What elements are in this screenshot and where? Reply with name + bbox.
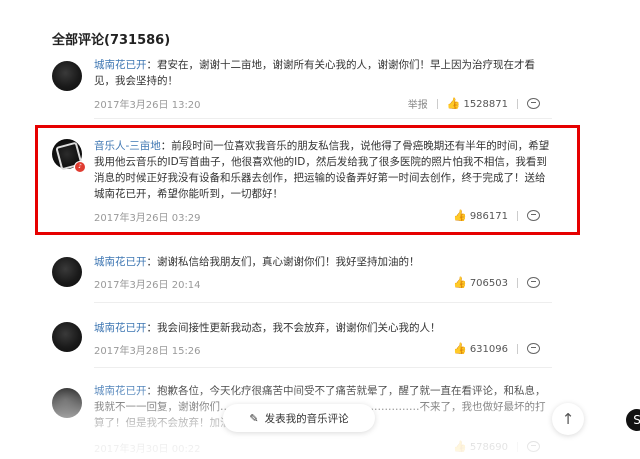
comment-actions: 👍 706503 bbox=[453, 276, 540, 289]
thumbs-up-icon: 👍 bbox=[453, 440, 467, 453]
divider bbox=[517, 277, 518, 288]
like-count: 706503 bbox=[469, 278, 508, 289]
reply-icon[interactable] bbox=[527, 277, 540, 288]
comment-text: 城南花已开：君安在，谢谢十二亩地，谢谢所有关心我的人，谢谢你们！早上因为治疗现在… bbox=[94, 57, 552, 89]
like-count: 1528871 bbox=[463, 99, 508, 110]
like-button[interactable]: 👍 631096 bbox=[453, 342, 508, 355]
avatar[interactable] bbox=[52, 388, 82, 418]
comment-actions: 举报 👍 1528871 bbox=[408, 96, 540, 111]
write-comment-button[interactable]: ✎ 发表我的音乐评论 bbox=[223, 404, 375, 432]
arrow-up-icon: ↑ bbox=[561, 410, 575, 428]
row-divider bbox=[94, 302, 552, 303]
avatar[interactable] bbox=[52, 322, 82, 352]
thumbs-up-icon: 👍 bbox=[453, 276, 467, 289]
divider bbox=[436, 98, 438, 109]
row-divider bbox=[94, 118, 552, 119]
reply-icon[interactable] bbox=[527, 98, 540, 109]
back-to-top-button[interactable]: ↑ bbox=[552, 403, 584, 435]
comment-actions: 👍 578690 bbox=[453, 440, 540, 453]
reply-icon[interactable] bbox=[527, 343, 540, 354]
like-button[interactable]: 👍 578690 bbox=[453, 440, 508, 453]
like-count: 631096 bbox=[469, 344, 508, 355]
like-button[interactable]: 👍 1528871 bbox=[447, 97, 508, 110]
comment-text: 城南花已开：谢谢私信给我朋友们，真心谢谢你们！我好坚持加油的！ bbox=[94, 254, 552, 270]
reply-icon[interactable] bbox=[527, 441, 540, 452]
comment-content: ：谢谢私信给我朋友们，真心谢谢你们！我好坚持加油的！ bbox=[146, 256, 420, 268]
comment-username[interactable]: 城南花已开 bbox=[94, 385, 147, 397]
highlight-box bbox=[35, 125, 580, 235]
comment-time: 2017年3月26日 13:20 bbox=[94, 100, 201, 111]
row-divider bbox=[94, 367, 552, 368]
comments-header: 全部评论(731586) bbox=[52, 33, 171, 48]
divider bbox=[517, 98, 518, 109]
comment-actions: 👍 631096 bbox=[453, 342, 540, 355]
like-count: 578690 bbox=[469, 442, 508, 453]
divider bbox=[517, 343, 518, 354]
side-logo-icon[interactable]: S bbox=[626, 409, 640, 431]
avatar[interactable] bbox=[52, 61, 82, 91]
avatar[interactable] bbox=[52, 257, 82, 287]
comment-content: ：我会间接性更新我动态，我不会放弃，谢谢你们关心我的人！ bbox=[146, 322, 441, 334]
like-button[interactable]: 👍 706503 bbox=[453, 276, 508, 289]
thumbs-up-icon: 👍 bbox=[446, 97, 461, 110]
comment-text: 城南花已开：我会间接性更新我动态，我不会放弃，谢谢你们关心我的人！ bbox=[94, 320, 552, 336]
thumbs-up-icon: 👍 bbox=[453, 342, 467, 355]
divider bbox=[517, 441, 518, 452]
report-button[interactable]: 举报 bbox=[408, 96, 428, 111]
comment-time: 2017年3月28日 15:26 bbox=[94, 346, 201, 357]
comment-username[interactable]: 城南花已开 bbox=[94, 322, 147, 334]
comment-time: 2017年3月26日 20:14 bbox=[94, 280, 201, 291]
comment-username[interactable]: 城南花已开 bbox=[94, 59, 147, 71]
pen-icon: ✎ bbox=[249, 411, 259, 425]
comment-time: 2017年3月30日 00:22 bbox=[94, 444, 201, 455]
write-comment-label: 发表我的音乐评论 bbox=[264, 412, 349, 425]
comment-content: ：君安在，谢谢十二亩地，谢谢所有关心我的人，谢谢你们！早上因为治疗现在才看见，我… bbox=[94, 59, 535, 87]
comment-username[interactable]: 城南花已开 bbox=[94, 256, 147, 268]
